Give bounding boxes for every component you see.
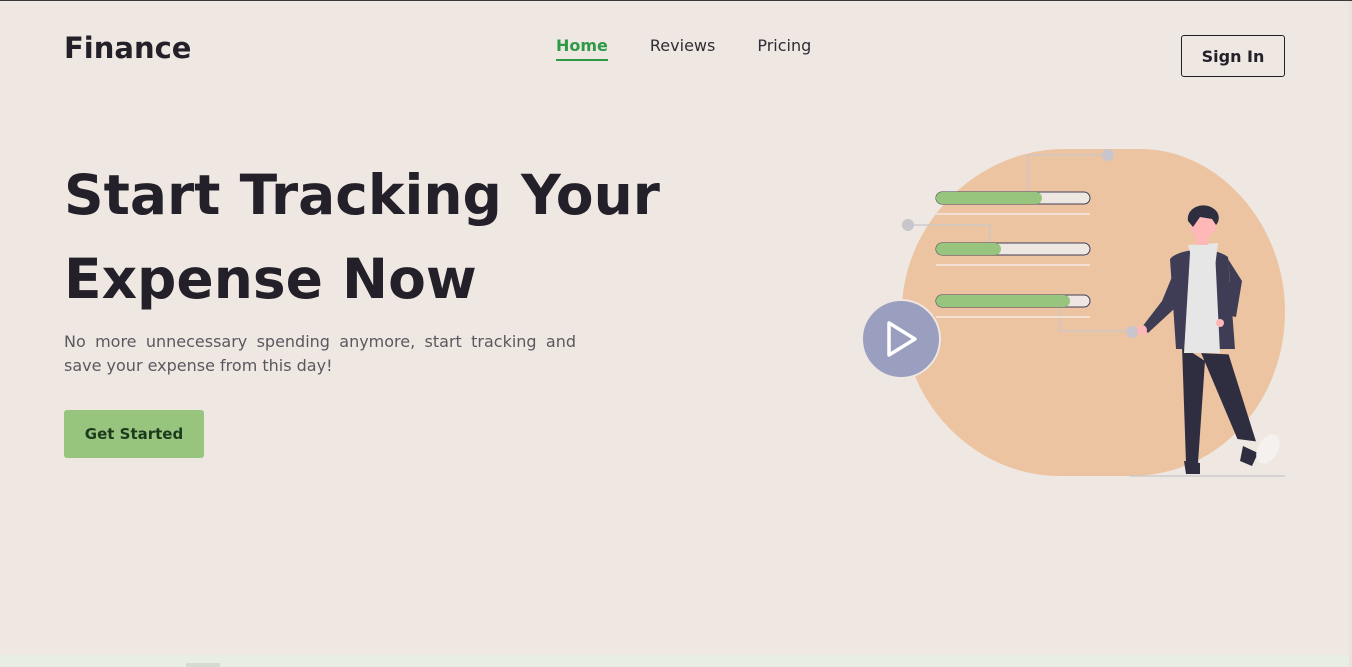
landing-page: Finance Home Reviews Pricing Sign In Sta… [0, 0, 1352, 667]
play-button [861, 299, 941, 379]
hero-title-line1: Start Tracking Your [64, 163, 660, 227]
progress-bar-fill [936, 192, 1042, 204]
hero-subtitle: No more unnecessary spending anymore, st… [64, 332, 576, 375]
bottom-strip [0, 655, 1352, 667]
connector-dot [1126, 326, 1138, 338]
sign-in-button[interactable]: Sign In [1181, 35, 1285, 77]
main-nav: Home Reviews Pricing [556, 36, 811, 61]
nav-reviews-link[interactable]: Reviews [650, 36, 715, 61]
hero-title: Start Tracking Your Expense Now [64, 153, 704, 321]
expense-tracking-illustration [861, 149, 1285, 477]
brand-logo[interactable]: Finance [64, 31, 191, 65]
progress-bar-fill [936, 243, 1001, 255]
progress-bar-fill [936, 295, 1070, 307]
connector-dot [902, 219, 914, 231]
nav-pricing-link[interactable]: Pricing [757, 36, 811, 61]
connector-dot [1102, 149, 1114, 161]
scroll-indicator [186, 663, 220, 667]
hero-title-line2: Expense Now [64, 247, 477, 311]
nav-home-link[interactable]: Home [556, 36, 608, 61]
get-started-button[interactable]: Get Started [64, 410, 204, 458]
